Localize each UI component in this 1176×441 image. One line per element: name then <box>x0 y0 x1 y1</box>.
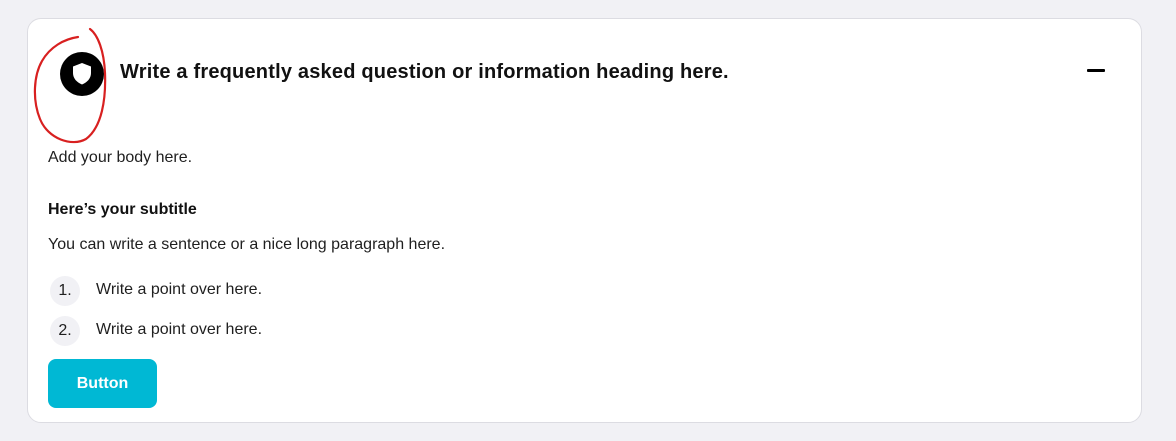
body-text: Add your body here. <box>48 149 193 166</box>
list-item-text: Write a point over here. <box>96 321 263 338</box>
collapse-button[interactable] <box>1078 55 1114 87</box>
accordion-header[interactable]: Write a frequently asked question or inf… <box>28 19 1141 144</box>
accordion-heading: Write a frequently asked question or inf… <box>120 61 729 83</box>
paragraph-text: You can write a sentence or a nice long … <box>48 236 446 253</box>
faq-accordion-card: Write a frequently asked question or inf… <box>27 18 1142 423</box>
list-item-text: Write a point over here. <box>96 281 263 298</box>
minus-icon <box>1087 69 1105 72</box>
list-item-number: 1. <box>50 276 80 306</box>
list-item-number: 2. <box>50 316 80 346</box>
primary-button[interactable]: Button <box>48 359 157 408</box>
shield-icon <box>60 52 104 96</box>
subtitle: Here’s your subtitle <box>48 201 197 218</box>
